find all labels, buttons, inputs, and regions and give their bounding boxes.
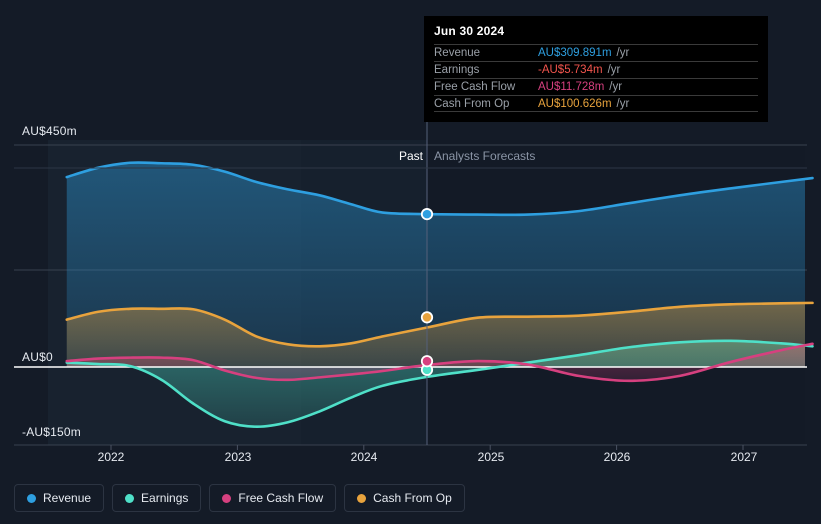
legend-swatch-icon: [222, 493, 232, 503]
tooltip-row: Free Cash Flow AU$11.728m/yr: [434, 78, 758, 95]
tooltip-row-label: Free Cash Flow: [434, 81, 516, 93]
legend-item-label: Free Cash Flow: [238, 491, 324, 505]
marker-revenue[interactable]: [420, 208, 434, 221]
tooltip-row: Revenue AU$309.891m/yr: [434, 44, 758, 61]
financial-performance-chart: AU$450m AU$0 -AU$150m 2022 2023 2024 202…: [0, 0, 821, 524]
data-tooltip: Jun 30 2024 Revenue AU$309.891m/yr Earning…: [424, 16, 768, 122]
legend-item-free-cash-flow[interactable]: Free Cash Flow: [209, 484, 337, 512]
tooltip-row: Earnings -AU$5.734m/yr: [434, 61, 758, 78]
y-axis-label-top: AU$450m: [22, 124, 77, 138]
tooltip-row-value: -AU$5.734m: [538, 64, 603, 76]
x-axis-label-2022: 2022: [97, 450, 125, 464]
tooltip-row-label: Revenue: [434, 47, 481, 59]
forecast-band-label: Analysts Forecasts: [434, 149, 536, 163]
legend-item-revenue[interactable]: Revenue: [14, 484, 105, 512]
tooltip-row-value: AU$11.728m: [538, 81, 605, 93]
tooltip-row-label: Earnings: [434, 64, 480, 76]
tooltip-date: Jun 30 2024: [434, 24, 505, 38]
tooltip-row-unit: /yr: [616, 97, 630, 110]
legend-swatch-icon: [125, 493, 135, 503]
x-axis-label-2027: 2027: [730, 450, 758, 464]
legend-swatch-icon: [357, 493, 367, 503]
marker-free-cash-flow[interactable]: [420, 355, 434, 368]
legend-item-label: Earnings: [141, 491, 189, 505]
tooltip-row: Cash From Op AU$100.626m/yr: [434, 95, 758, 112]
legend-item-label: Revenue: [43, 491, 92, 505]
legend-item-cash-from-op[interactable]: Cash From Op: [344, 484, 465, 512]
tooltip-row-unit: /yr: [609, 81, 623, 93]
legend-item-label: Cash From Op: [373, 491, 452, 505]
y-axis-label-bottom: -AU$150m: [22, 425, 81, 439]
past-band-label: Past: [398, 149, 423, 163]
marker-cash-from-op[interactable]: [420, 311, 434, 324]
y-axis-label-zero: AU$0: [22, 350, 53, 364]
legend-swatch-icon: [27, 493, 36, 503]
legend-item-earnings[interactable]: Earnings: [112, 484, 202, 512]
chart-legend[interactable]: Revenue Earnings Free Cash Flow Cash From O…: [14, 484, 465, 512]
tooltip-row-unit: /yr: [616, 47, 630, 59]
tooltip-row-value: AU$100.626m: [538, 97, 612, 110]
x-axis-label-2025: 2025: [477, 450, 505, 464]
tooltip-row-value: AU$309.891m: [538, 47, 612, 59]
x-axis-label-2023: 2023: [224, 450, 252, 464]
tooltip-row-unit: /yr: [607, 64, 621, 76]
x-axis-label-2024: 2024: [350, 450, 378, 464]
tooltip-row-label: Cash From Op: [434, 97, 510, 110]
x-axis-label-2026: 2026: [603, 450, 631, 464]
tooltip-rows: Revenue AU$309.891m/yr Earnings -AU$5.734m /…: [434, 44, 758, 112]
